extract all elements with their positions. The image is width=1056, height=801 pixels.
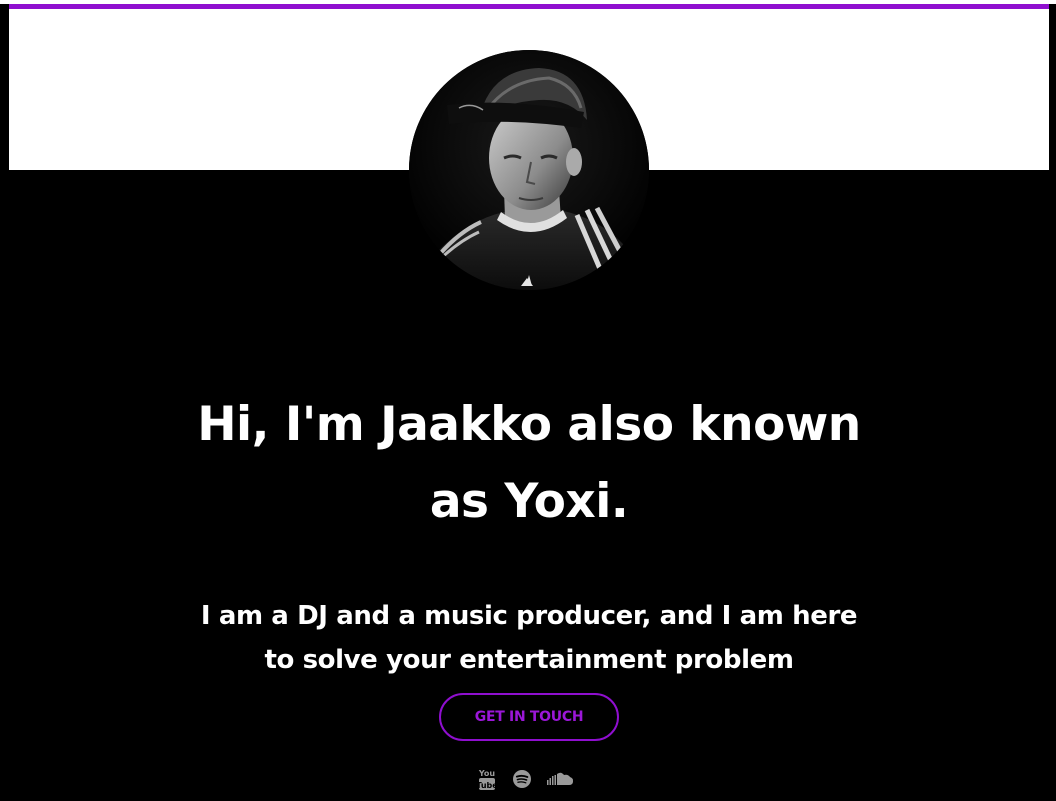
hero-subline: I am a DJ and a music producer, and I am… — [9, 594, 1049, 682]
soundcloud-link[interactable] — [546, 771, 574, 787]
hero-subline-line1: I am a DJ and a music producer, and I am… — [200, 601, 858, 631]
hero-headline-line1: Hi, I'm Jaakko also known — [197, 397, 861, 452]
svg-text:You: You — [478, 769, 496, 778]
hero-subline-line2: to solve your entertainment problem — [264, 645, 794, 675]
accent-top-bar — [9, 4, 1049, 9]
youtube-icon: You Tube — [476, 769, 498, 790]
svg-text:Tube: Tube — [476, 781, 498, 790]
hero-headline: Hi, I'm Jaakko also known as Yoxi. — [9, 386, 1049, 540]
hero-headline-line2: as Yoxi. — [429, 474, 629, 529]
social-links: You Tube — [476, 766, 574, 792]
profile-avatar — [409, 50, 649, 290]
get-in-touch-button[interactable]: GET IN TOUCH — [439, 693, 619, 741]
spotify-link[interactable] — [512, 769, 532, 789]
spotify-icon — [513, 770, 531, 788]
youtube-link[interactable]: You Tube — [476, 767, 498, 791]
soundcloud-icon — [547, 772, 574, 785]
